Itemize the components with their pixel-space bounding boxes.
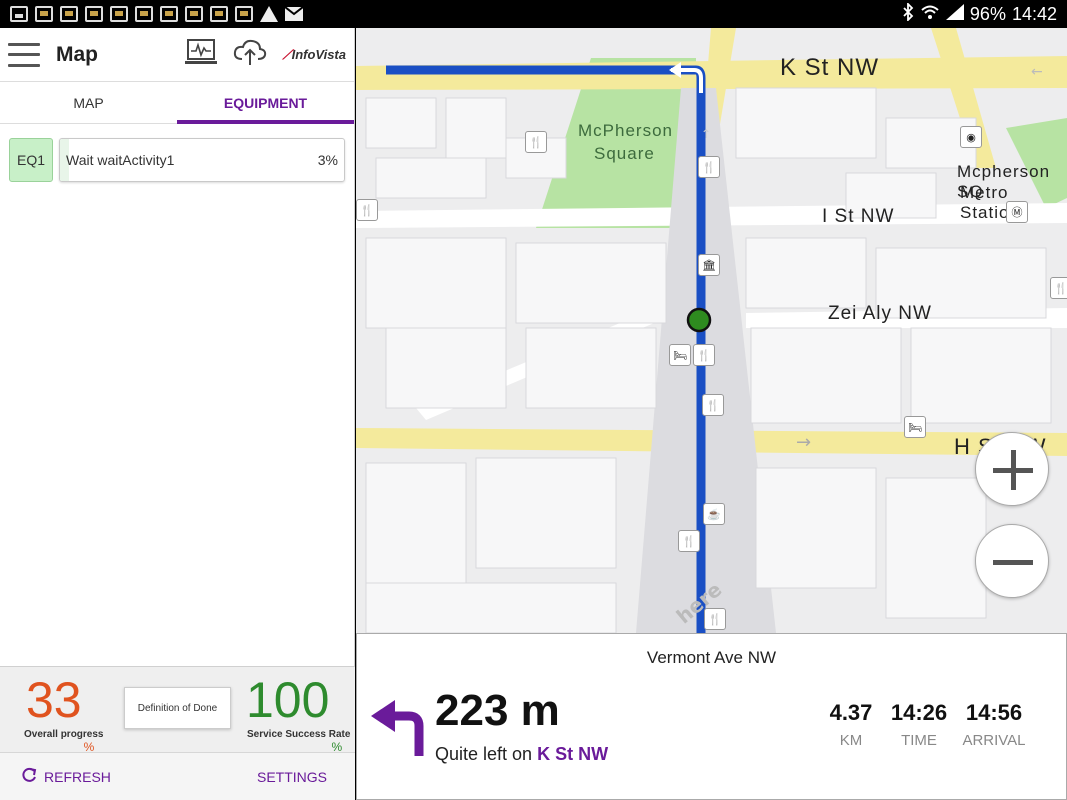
battery-level: 96%: [969, 3, 1006, 24]
app-notification-icon: [235, 6, 253, 22]
wifi-icon: [920, 4, 940, 25]
app-bar: Map ⟋InfoVista: [0, 28, 354, 82]
tab-bar: MAP EQUIPMENT: [0, 82, 354, 124]
bottom-action-bar: REFRESH SETTINGS: [0, 752, 355, 800]
zoom-out-button[interactable]: [975, 524, 1049, 598]
restaurant-icon[interactable]: 🍴: [525, 131, 547, 153]
monitor-icon[interactable]: [184, 38, 218, 71]
logo-text: InfoVista: [291, 46, 346, 62]
cafe-icon[interactable]: ☕: [703, 503, 725, 525]
hotel-icon[interactable]: 🛏: [904, 416, 926, 438]
restaurant-icon[interactable]: 🍴: [678, 530, 700, 552]
refresh-icon: [20, 766, 38, 787]
bank-icon[interactable]: 🏛: [698, 254, 720, 276]
warning-icon: [260, 6, 278, 22]
app-notification-icon: [110, 6, 128, 22]
current-position-marker: [686, 307, 712, 333]
status-bar: 96% 14:42: [0, 0, 1067, 28]
settings-button[interactable]: SETTINGS: [257, 769, 327, 785]
map-label-i-st: I St NW: [822, 206, 895, 227]
restaurant-icon[interactable]: 🍴: [698, 156, 720, 178]
menu-icon[interactable]: [8, 42, 40, 67]
app-notification-icon: [35, 6, 53, 22]
svg-text:←: ←: [1031, 64, 1043, 80]
app-notification-icon: [210, 6, 228, 22]
clock: 14:42: [1011, 3, 1057, 24]
navigation-instruction-card: Vermont Ave NW 223 m Quite left on K St …: [356, 633, 1067, 800]
refresh-button[interactable]: REFRESH: [20, 766, 111, 787]
success-rate-label: Service Success Rate: [247, 729, 351, 740]
left-panel: Map ⟋InfoVista MAP EQUIPMENT EQ1 Wait wa…: [0, 28, 355, 800]
turn-instruction: Quite left on K St NW: [435, 744, 609, 764]
stats-panel: 33% Overall progress Definition of Done …: [0, 666, 355, 754]
activity-progress-bar[interactable]: Wait waitActivity1 3%: [59, 138, 345, 182]
restaurant-icon[interactable]: 🍴: [356, 199, 378, 221]
hotel-icon[interactable]: 🛏: [669, 344, 691, 366]
restaurant-icon[interactable]: 🍴: [1050, 277, 1067, 299]
tab-map[interactable]: MAP: [0, 82, 177, 123]
restaurant-icon[interactable]: 🍴: [693, 344, 715, 366]
signal-icon: [945, 3, 964, 25]
app-notification-icon: [160, 6, 178, 22]
current-street: Vermont Ave NW: [646, 648, 777, 667]
map-label-zei-aly: Zei Aly NW: [828, 303, 932, 324]
metro-icon[interactable]: Ⓜ: [1006, 201, 1028, 223]
mail-icon: [284, 6, 304, 21]
restaurant-icon[interactable]: 🍴: [702, 394, 724, 416]
remaining-distance: 4.37 KM: [829, 700, 873, 749]
activity-name: Wait waitActivity1: [66, 152, 175, 168]
app-notification-icon: [60, 6, 78, 22]
arrival-time: 14:56 ARRIVAL: [962, 700, 1026, 749]
restaurant-icon[interactable]: 🍴: [704, 608, 726, 630]
turn-left-icon: [367, 694, 427, 763]
map-canvas[interactable]: → ← ↑ here: [356, 28, 1067, 633]
camera-icon[interactable]: ◉: [960, 126, 982, 148]
bluetooth-icon: [902, 1, 914, 26]
image-icon: [10, 6, 28, 22]
tab-equipment[interactable]: EQUIPMENT: [177, 82, 354, 124]
cloud-upload-icon[interactable]: [232, 37, 268, 72]
notification-icons: [10, 6, 304, 22]
app-notification-icon: [185, 6, 203, 22]
equipment-row[interactable]: EQ1 Wait waitActivity1 3%: [0, 124, 354, 182]
equipment-id-badge[interactable]: EQ1: [9, 138, 53, 182]
navigation-map[interactable]: → ← ↑ here K St NW McPherson Square Mcph…: [356, 28, 1067, 633]
page-title: Map: [56, 42, 98, 66]
app-notification-icon: [135, 6, 153, 22]
turn-street: K St NW: [537, 744, 609, 764]
overall-progress-label: Overall progress: [24, 729, 104, 740]
remaining-time: 14:26 TIME: [890, 700, 948, 749]
svg-text:↑: ↑: [701, 127, 711, 141]
activity-progress-text: 3%: [317, 152, 338, 168]
infovista-logo: ⟋InfoVista: [282, 46, 346, 62]
map-label-k-st: K St NW: [780, 54, 880, 81]
app-notification-icon: [85, 6, 103, 22]
map-label-mcpherson: McPherson: [578, 121, 673, 140]
distance-to-turn: 223 m: [435, 686, 560, 735]
svg-text:→: →: [796, 432, 811, 453]
map-label-square: Square: [594, 144, 655, 163]
definition-of-done-button[interactable]: Definition of Done: [124, 687, 231, 729]
zoom-in-button[interactable]: [975, 432, 1049, 506]
